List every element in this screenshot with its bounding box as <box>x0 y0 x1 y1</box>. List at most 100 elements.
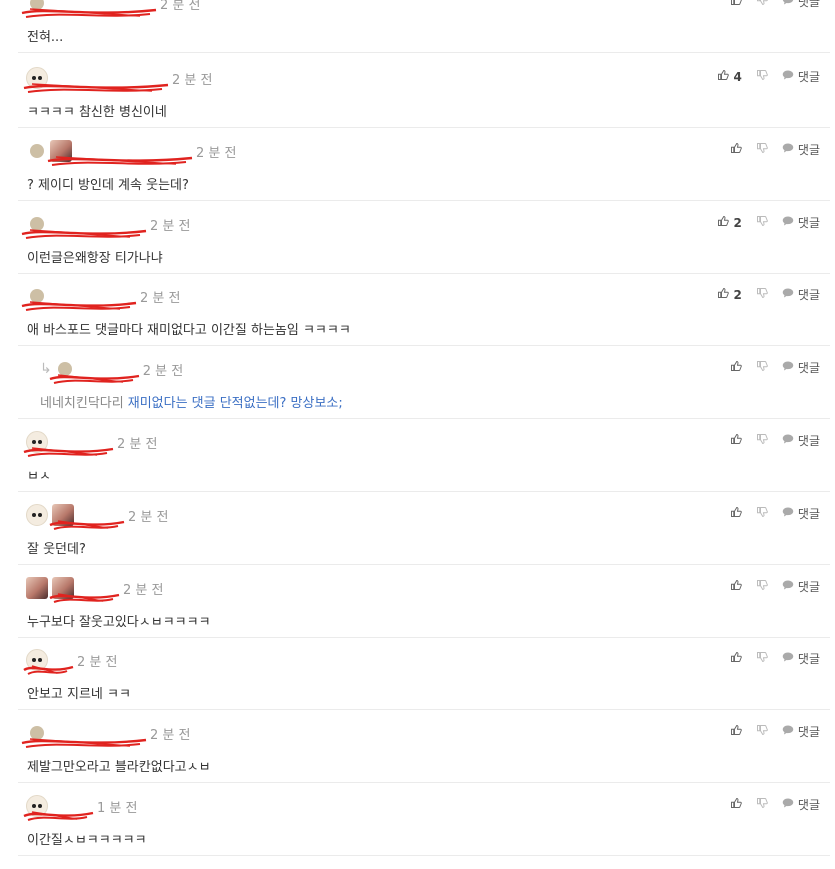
dislike-button[interactable] <box>756 506 768 521</box>
comment-actions: 댓글 <box>716 432 820 449</box>
speech-bubble-icon <box>782 69 794 84</box>
speech-bubble-icon <box>782 433 794 448</box>
like-button[interactable] <box>730 797 742 812</box>
dislike-button[interactable] <box>756 0 768 9</box>
reply-label: 댓글 <box>797 580 820 594</box>
redaction-scribble <box>23 447 114 457</box>
thumbs-down-icon <box>756 651 768 666</box>
comment-time: 2 분 전 <box>142 363 184 379</box>
comment-time: 2 분 전 <box>150 218 191 234</box>
speech-bubble-icon <box>782 287 794 302</box>
speech-bubble-icon <box>782 215 794 230</box>
comment-item: ↳ 2 분 전 네네치킨닥다리 재미없다는 댓글 단적없는데? 망상보소; 댓글 <box>18 346 830 419</box>
mention[interactable]: 네네치킨닥다리 <box>40 396 124 411</box>
comment-body: 이런글은왜항장 티가나냐 <box>27 251 163 266</box>
thumbs-up-icon <box>730 797 742 812</box>
redaction-scribble <box>21 738 147 748</box>
thumbs-up-icon <box>730 579 742 594</box>
reply-button[interactable]: 댓글 <box>782 141 820 158</box>
comment-actions: 댓글 <box>716 359 820 376</box>
dislike-button[interactable] <box>756 360 768 375</box>
speech-bubble-icon <box>782 506 794 521</box>
comment-time: 2 분 전 <box>172 72 213 88</box>
like-count: 4 <box>733 69 742 84</box>
dislike-button[interactable] <box>756 69 768 84</box>
like-button[interactable] <box>730 724 742 739</box>
comment-time: 2 분 전 <box>123 582 164 598</box>
reply-button[interactable]: 댓글 <box>782 0 820 10</box>
like-button[interactable] <box>730 579 742 594</box>
comment-actions: 댓글 <box>716 650 820 667</box>
speech-bubble-icon <box>782 579 794 594</box>
comment-actions: 댓글 <box>716 505 820 522</box>
thumbs-down-icon <box>756 0 768 9</box>
thumbs-down-icon <box>756 215 768 230</box>
speech-bubble-icon <box>782 360 794 375</box>
dislike-button[interactable] <box>756 579 768 594</box>
avatar[interactable] <box>26 577 48 599</box>
comment-time: 2 분 전 <box>160 0 201 13</box>
comment-actions: 댓글 <box>716 578 820 595</box>
dislike-button[interactable] <box>756 724 768 739</box>
like-button[interactable] <box>730 360 742 375</box>
reply-label: 댓글 <box>797 216 820 230</box>
reply-button[interactable]: 댓글 <box>782 359 820 376</box>
reply-button[interactable]: 댓글 <box>782 505 820 522</box>
avatar[interactable] <box>26 504 48 526</box>
dislike-button[interactable] <box>756 142 768 157</box>
comment-body: ㅂㅅ <box>27 469 51 484</box>
dislike-button[interactable] <box>756 215 768 230</box>
like-button[interactable] <box>730 506 742 521</box>
thumbs-down-icon <box>756 506 768 521</box>
redaction-scribble <box>23 811 94 821</box>
reply-label: 댓글 <box>797 798 820 812</box>
thumbs-up-icon <box>730 360 742 375</box>
like-button[interactable] <box>730 0 742 9</box>
comment-body: 제발그만오라고 블라칸없다고ㅅㅂ <box>27 760 211 775</box>
reply-button[interactable]: 댓글 <box>782 432 820 449</box>
redaction-scribble <box>21 8 157 18</box>
comment-time: 2 분 전 <box>117 436 158 452</box>
thumbs-up-icon <box>717 69 729 84</box>
like-button[interactable]: 4 <box>717 69 742 84</box>
reply-button[interactable]: 댓글 <box>782 68 820 85</box>
speech-bubble-icon <box>782 724 794 739</box>
like-button[interactable]: 2 <box>717 287 742 302</box>
reply-button[interactable]: 댓글 <box>782 286 820 303</box>
thumbs-up-icon <box>717 215 729 230</box>
dislike-button[interactable] <box>756 433 768 448</box>
reply-button[interactable]: 댓글 <box>782 578 820 595</box>
redaction-scribble <box>23 665 74 675</box>
comment-body: 이간질ㅅㅂㅋㅋㅋㅋㅋ <box>27 833 147 848</box>
comment-time: 2 분 전 <box>128 509 169 525</box>
reply-button[interactable]: 댓글 <box>782 796 820 813</box>
comment-time: 2 분 전 <box>196 145 237 161</box>
dislike-button[interactable] <box>756 797 768 812</box>
reply-label: 댓글 <box>797 725 820 739</box>
reply-button[interactable]: 댓글 <box>782 723 820 740</box>
comment-body: 네네치킨닥다리 재미없다는 댓글 단적없는데? 망상보소; <box>40 396 343 411</box>
thumbs-down-icon <box>756 69 768 84</box>
redaction-scribble <box>21 301 137 311</box>
comment-item: 2 분 전 전혀... 댓글 <box>18 0 830 53</box>
comment-item: 2 분 전 ㅋㅋㅋㅋ 참신한 병신이네 4 댓글 <box>18 55 830 128</box>
comment-body: 누구보다 잘웃고있다ㅅㅂㅋㅋㅋㅋ <box>27 615 211 630</box>
reply-button[interactable]: 댓글 <box>782 214 820 231</box>
reply-label: 댓글 <box>797 361 820 375</box>
thumbs-down-icon <box>756 579 768 594</box>
avatar[interactable] <box>30 144 44 158</box>
like-button[interactable] <box>730 433 742 448</box>
comment-actions: 2 댓글 <box>703 286 820 303</box>
reply-label: 댓글 <box>797 70 820 84</box>
like-button[interactable]: 2 <box>717 215 742 230</box>
dislike-button[interactable] <box>756 287 768 302</box>
reply-button[interactable]: 댓글 <box>782 650 820 667</box>
reply-label: 댓글 <box>797 0 820 9</box>
dislike-button[interactable] <box>756 651 768 666</box>
comment-actions: 댓글 <box>716 723 820 740</box>
comment-item: 2 분 전이런글은왜항장 티가나냐 2 댓글 <box>18 201 830 274</box>
speech-bubble-icon <box>782 142 794 157</box>
like-button[interactable] <box>730 651 742 666</box>
like-button[interactable] <box>730 142 742 157</box>
comment-body: 애 바스포드 댓글마다 재미없다고 이간질 하는놈임 ㅋㅋㅋㅋ <box>27 323 351 338</box>
